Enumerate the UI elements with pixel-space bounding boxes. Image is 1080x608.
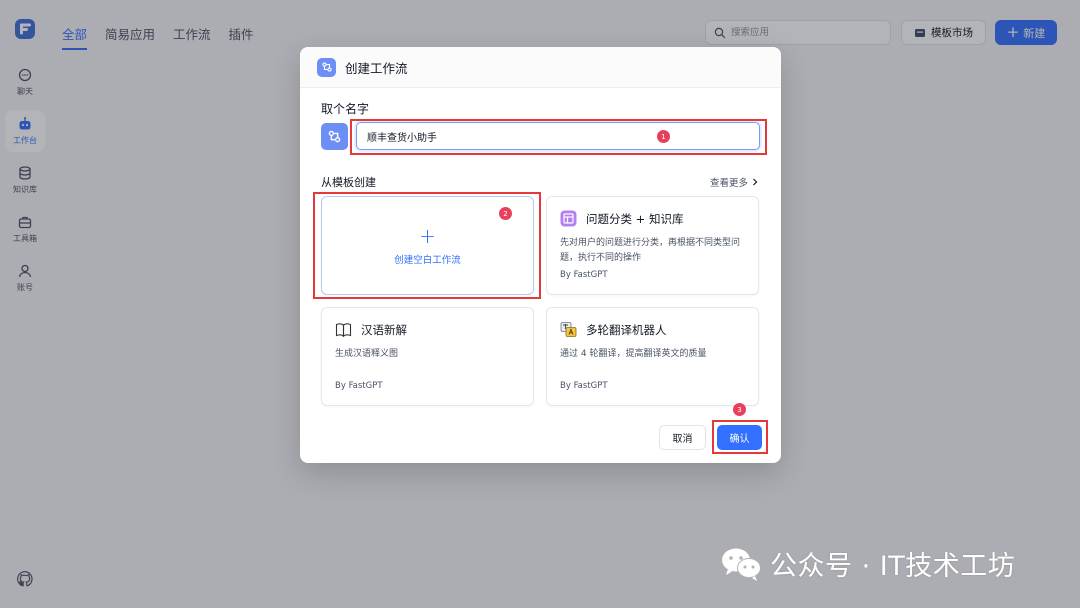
chevron-right-icon bbox=[753, 178, 758, 186]
layout-icon bbox=[560, 210, 577, 227]
create-workflow-modal: 创建工作流 取个名字 1 从模板创建 查看更多 + 创建空白工作流 2 问题分类… bbox=[300, 47, 781, 463]
book-icon bbox=[335, 323, 352, 338]
watermark-text: 公众号 · IT技术工坊 bbox=[770, 551, 1016, 582]
template-desc: 通过 4 轮翻译，提高翻译英文的质量 bbox=[560, 349, 707, 359]
highlight-box-name bbox=[350, 119, 767, 155]
wechat-icon bbox=[722, 548, 761, 581]
step-badge-2: 2 bbox=[499, 207, 512, 220]
workflow-icon bbox=[328, 130, 341, 143]
template-section-label: 从模板创建 bbox=[321, 176, 376, 189]
modal-header: 创建工作流 bbox=[300, 47, 781, 88]
template-author: By FastGPT bbox=[560, 381, 608, 391]
name-label: 取个名字 bbox=[321, 102, 370, 116]
template-title: 多轮翻译机器人 bbox=[586, 322, 667, 337]
app-avatar-button[interactable] bbox=[321, 123, 348, 150]
workflow-icon bbox=[317, 57, 336, 77]
template-card[interactable]: 汉语新解 生成汉语释义图 By FastGPT bbox=[321, 307, 534, 406]
step-badge-3: 3 bbox=[733, 403, 746, 416]
template-card[interactable]: 多轮翻译机器人 通过 4 轮翻译，提高翻译英文的质量 By FastGPT bbox=[546, 307, 759, 406]
watermark: 公众号 · IT技术工坊 bbox=[720, 544, 1015, 583]
template-title: 汉语新解 bbox=[361, 322, 407, 337]
template-card-header: 多轮翻译机器人 bbox=[560, 321, 667, 338]
template-card-header: 问题分类 + 知识库 bbox=[560, 210, 683, 227]
translate-icon bbox=[560, 322, 577, 337]
template-desc: 生成汉语释义图 bbox=[335, 349, 399, 359]
step-badge-1: 1 bbox=[657, 130, 670, 143]
view-more-label: 查看更多 bbox=[710, 178, 749, 189]
template-title: 问题分类 + 知识库 bbox=[586, 211, 684, 226]
cancel-button[interactable]: 取消 bbox=[659, 425, 706, 450]
template-card-header: 汉语新解 bbox=[335, 321, 407, 338]
template-desc: 先对用户的问题进行分类，再根据不同类型问题，执行不同的操作 bbox=[560, 238, 741, 263]
view-more-link[interactable]: 查看更多 bbox=[710, 175, 759, 189]
template-author: By FastGPT bbox=[560, 270, 608, 280]
highlight-box-confirm bbox=[712, 420, 768, 454]
modal-title: 创建工作流 bbox=[345, 60, 408, 76]
template-author: By FastGPT bbox=[335, 381, 383, 391]
template-card[interactable]: 问题分类 + 知识库 先对用户的问题进行分类，再根据不同类型问题，执行不同的操作… bbox=[546, 196, 759, 295]
